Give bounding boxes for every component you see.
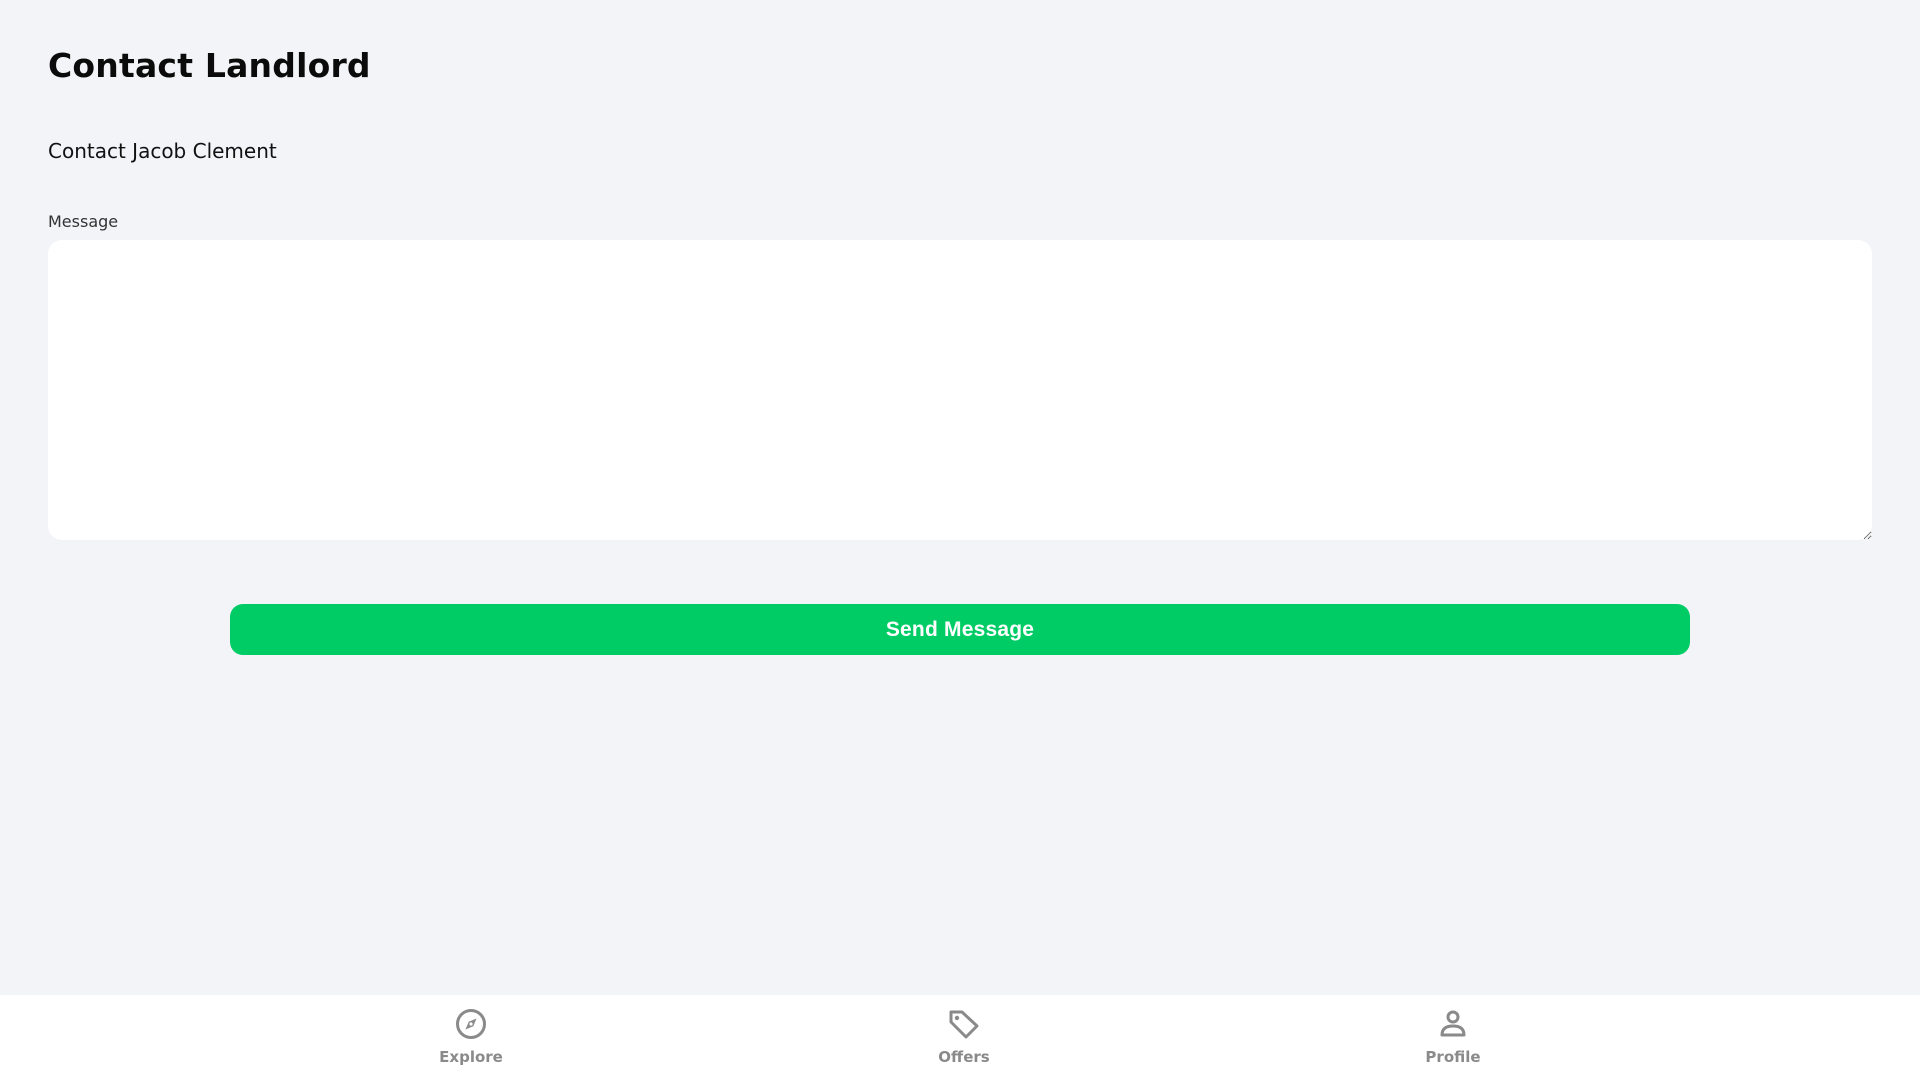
bottom-nav: Explore Offers Profile xyxy=(0,995,1920,1080)
contact-landlord-page: Contact Landlord Contact Jacob Clement M… xyxy=(0,0,1920,1080)
contact-subtitle: Contact Jacob Clement xyxy=(48,139,277,163)
nav-item-offers[interactable]: Offers xyxy=(894,995,1034,1080)
send-message-button[interactable]: Send Message xyxy=(230,604,1690,655)
tag-icon xyxy=(949,1010,979,1039)
nav-item-profile[interactable]: Profile xyxy=(1383,995,1523,1080)
nav-label-explore: Explore xyxy=(439,1048,503,1066)
compass-icon xyxy=(456,1009,486,1039)
message-textarea[interactable] xyxy=(48,240,1872,540)
nav-label-profile: Profile xyxy=(1425,1048,1481,1066)
nav-item-explore[interactable]: Explore xyxy=(401,995,541,1080)
page-title: Contact Landlord xyxy=(48,46,371,85)
message-label: Message xyxy=(48,212,119,231)
person-icon xyxy=(1440,1010,1466,1037)
nav-label-offers: Offers xyxy=(938,1048,990,1066)
